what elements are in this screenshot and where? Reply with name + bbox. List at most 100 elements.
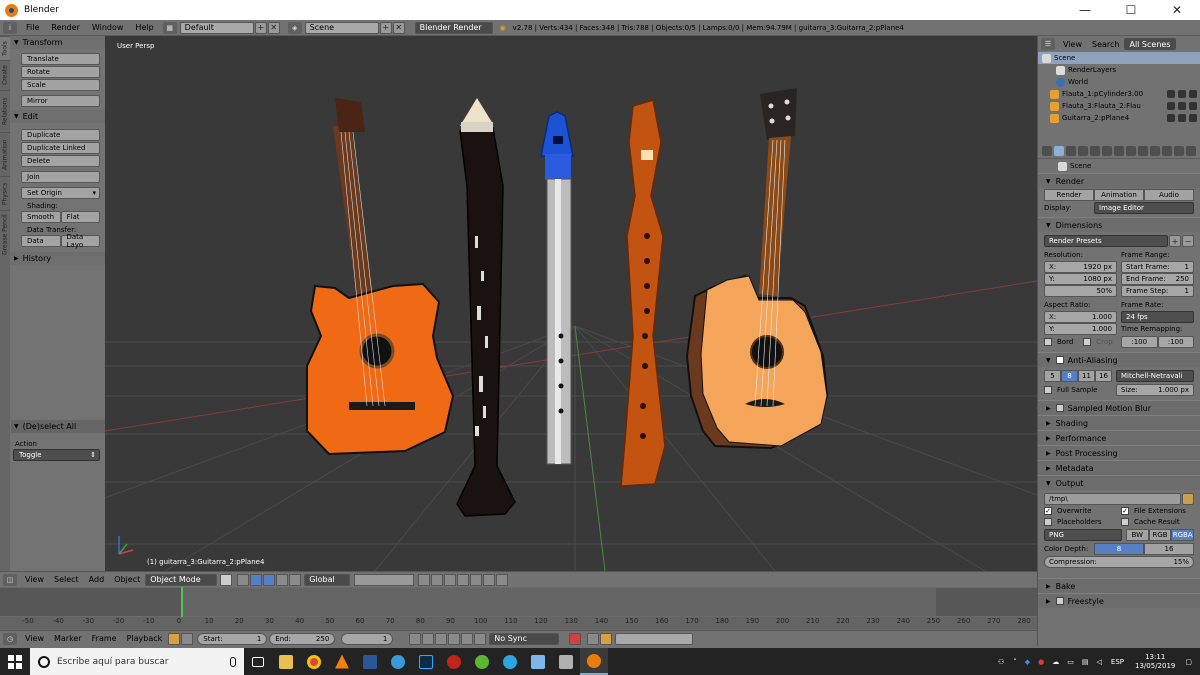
tab-grease-pencil[interactable]: Grease Pencil [0,210,10,258]
render-panel-header[interactable]: ▼ Render [1038,173,1200,188]
3d-view-editor-icon[interactable]: ◫ [3,573,17,586]
remove-preset-button[interactable]: − [1182,235,1194,247]
render-button[interactable]: Render [1044,189,1094,201]
task-view-button[interactable] [244,648,272,675]
volume-icon[interactable]: ◁ [1097,658,1102,666]
outliner-item-scene[interactable]: Scene [1038,52,1200,64]
object-tab-icon[interactable] [1102,145,1112,156]
viewport-shading-icon[interactable] [220,573,233,586]
start-frame-field[interactable]: Start: 1 [197,632,268,645]
notifications-icon[interactable]: ▢ [1185,658,1192,666]
word-app[interactable] [356,648,384,675]
aa-filter-dropdown[interactable]: Mitchell-Netravali [1116,370,1194,382]
scene-tab-icon[interactable] [1078,145,1088,156]
3d-viewport[interactable]: User Persp (1) guitarra_3:Guitarra_2:pPl… [105,36,1037,571]
menu-select[interactable]: Select [54,575,79,584]
delete-scene-button[interactable]: ✕ [392,21,405,34]
edge-app[interactable] [384,648,412,675]
screen-layout-icon[interactable]: ▦ [162,21,177,34]
active-keying-set-field[interactable] [615,632,694,645]
rotate-manipulator-icon[interactable] [276,573,289,586]
outliner-item-renderlayers[interactable]: RenderLayers [1038,64,1200,76]
aspect-y-field[interactable]: Y: 1.000 [1044,323,1117,335]
delete-button[interactable]: Delete [21,155,100,167]
duplicate-linked-button[interactable]: Duplicate Linked [21,142,100,154]
time-remap-new-field[interactable]: :100 [1157,336,1194,348]
telegram-app[interactable] [496,648,524,675]
frame-rate-dropdown[interactable]: 24 fps [1121,311,1194,323]
lock-icon[interactable] [418,573,431,586]
tab-relations[interactable]: Relations [0,90,10,132]
jump-end-icon[interactable] [474,632,487,645]
delete-layout-button[interactable]: ✕ [267,21,280,34]
output-panel-header[interactable]: ▼ Output [1038,475,1200,490]
freestyle-checkbox[interactable] [1055,597,1064,605]
constraints-tab-icon[interactable] [1114,145,1124,156]
selectable-icon[interactable] [1178,102,1186,110]
tab-tools[interactable]: Tools [0,36,10,60]
material-tab-icon[interactable] [1150,145,1160,156]
dropbox-icon[interactable]: ◆ [1025,658,1030,666]
scale-button[interactable]: Scale [21,79,100,91]
record-icon[interactable] [569,632,582,645]
close-button[interactable]: ✕ [1154,0,1200,20]
display-dropdown[interactable]: Image Editor [1094,202,1194,214]
aa-samples-16[interactable]: 16 [1095,370,1112,382]
anti-aliasing-checkbox[interactable] [1055,356,1064,364]
visibility-eye-icon[interactable] [1167,90,1175,98]
translate-button[interactable]: Translate [21,53,100,65]
particles-tab-icon[interactable] [1174,145,1184,156]
timeline-menu-playback[interactable]: Playback [127,634,163,643]
people-icon[interactable]: ⚇ [998,658,1004,666]
timeline-menu-frame[interactable]: Frame [92,634,117,643]
color-mode-bw[interactable]: BW [1126,529,1149,541]
timeline-menu-view[interactable]: View [25,634,44,643]
color-depth-8[interactable]: 8 [1094,543,1144,555]
outliner-menu-search[interactable]: Search [1087,40,1124,49]
current-frame-cursor[interactable] [181,587,183,617]
flat-button[interactable]: Flat [60,211,100,223]
timeline[interactable]: -50 -40 -30 -20 -10 0 10 20 30 40 50 60 70 80 90 100 110… [0,587,1037,630]
menu-view[interactable]: View [25,575,44,584]
microphone-icon[interactable] [230,656,236,667]
menu-add[interactable]: Add [89,575,105,584]
prev-keyframe-icon[interactable] [422,632,435,645]
onedrive-icon[interactable]: ☁ [1052,658,1059,666]
resolution-y-field[interactable]: Y: 1080 px [1044,273,1117,285]
metadata-panel-header[interactable]: ▶ Metadata [1038,460,1200,475]
visibility-eye-icon[interactable] [1167,114,1175,122]
aa-samples-8[interactable]: 8 [1061,370,1078,382]
rotate-button[interactable]: Rotate [21,66,100,78]
start-button[interactable] [0,648,30,675]
action-dropdown[interactable]: Toggle ⇕ [13,449,100,461]
resolution-percentage-field[interactable]: 50% [1044,285,1117,297]
scene-field[interactable]: Scene [304,21,379,34]
tab-create[interactable]: Create [0,60,10,90]
photoshop-app[interactable] [412,648,440,675]
edit-panel-header[interactable]: ▼ Edit [11,110,105,123]
maximize-button[interactable]: ☐ [1108,0,1154,20]
placeholders-checkbox[interactable] [1044,518,1052,526]
visibility-eye-icon[interactable] [1167,102,1175,110]
orientation-dropdown[interactable]: Global [304,573,351,586]
dimensions-panel-header[interactable]: ▼ Dimensions [1038,217,1200,232]
pivot-icon[interactable] [237,573,250,586]
media-app[interactable] [440,648,468,675]
smooth-button[interactable]: Smooth [21,211,61,223]
unknown-app[interactable] [552,648,580,675]
vlc-app[interactable] [328,648,356,675]
blender-app[interactable] [580,648,608,675]
lock-range-icon[interactable] [181,632,194,645]
mirror-button[interactable]: Mirror [21,95,100,107]
border-checkbox[interactable] [1044,338,1052,346]
world-tab-icon[interactable] [1090,145,1100,156]
selectable-icon[interactable] [1178,114,1186,122]
scale-manipulator-icon[interactable] [289,573,302,586]
render-camera-icon[interactable] [1189,114,1197,122]
current-frame-field[interactable]: 1 [341,632,394,645]
render-preview-icon[interactable] [470,573,483,586]
transform-panel-header[interactable]: ▼ Transform [11,36,105,49]
bake-panel-header[interactable]: ▶ Bake [1038,578,1200,593]
aspect-x-field[interactable]: X: 1.000 [1044,311,1117,323]
minimize-button[interactable]: — [1062,0,1108,20]
